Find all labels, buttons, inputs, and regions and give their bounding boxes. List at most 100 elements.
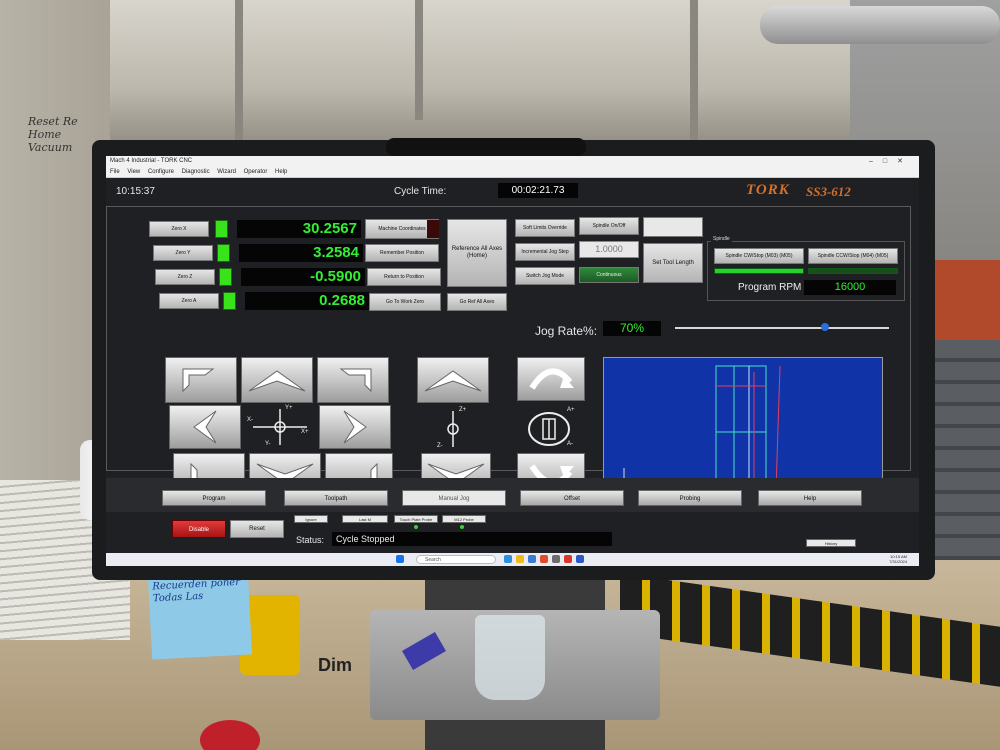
mach4-app: 10:15:37 Cycle Time: 00:02:21.73 TORK SS… <box>106 178 919 553</box>
arrow-up-left-icon <box>182 368 215 393</box>
axis-a-led <box>223 292 236 310</box>
tab-program[interactable]: Program <box>162 490 266 506</box>
reset-button[interactable]: Reset <box>230 520 284 538</box>
cycle-time-value: 00:02:21.73 <box>498 183 578 198</box>
ceiling <box>90 0 850 150</box>
history-button[interactable]: History <box>806 539 856 547</box>
m12-probe-led <box>460 525 464 529</box>
app-icon[interactable] <box>576 555 584 563</box>
jog-rate-slider[interactable] <box>675 327 889 329</box>
jog-a-plus-button[interactable] <box>517 357 585 401</box>
axis-y-led <box>217 244 230 262</box>
reference-all-axes-button[interactable]: Reference All Axes (Home) <box>447 219 507 287</box>
menu-bar: File View Configure Diagnostic Wizard Op… <box>106 168 919 178</box>
last-m-button[interactable]: Last M <box>342 515 388 523</box>
task-view-icon[interactable] <box>504 555 512 563</box>
spindle-onoff-button[interactable]: Spindle On/Off <box>579 217 639 235</box>
mach4-icon[interactable] <box>564 555 572 563</box>
tab-manual-jog[interactable]: Manual Jog <box>402 490 506 506</box>
menu-help[interactable]: Help <box>275 169 287 175</box>
file-explorer-icon[interactable] <box>516 555 524 563</box>
return-to-position-button[interactable]: Return to Position <box>367 268 441 286</box>
plastic-cup <box>475 615 545 700</box>
app-icon[interactable] <box>552 555 560 563</box>
zero-a-button[interactable]: Zero A <box>159 293 219 309</box>
zero-x-button[interactable]: Zero X <box>149 221 209 237</box>
dro-x: 30.2567 <box>237 220 361 238</box>
windows-start-icon[interactable] <box>396 555 404 563</box>
tab-offset[interactable]: Offset <box>520 490 624 506</box>
z-axis-diagram: Z+ Z- <box>437 407 477 451</box>
tab-probing[interactable]: Probing <box>638 490 742 506</box>
dro-a: 0.2688 <box>245 292 369 310</box>
window-controls[interactable]: –□✕ <box>869 157 913 165</box>
pipe <box>235 0 243 150</box>
dust-duct <box>760 6 1000 44</box>
jog-z-plus-button[interactable] <box>417 357 489 403</box>
set-tool-length-button[interactable]: Set Tool Length <box>643 243 703 283</box>
arrow-right-icon <box>343 410 367 444</box>
rotate-clockwise-icon <box>529 368 574 390</box>
chrome-icon[interactable] <box>540 555 548 563</box>
xy-crosshair-icon <box>253 409 307 445</box>
tab-help[interactable]: Help <box>758 490 862 506</box>
menu-configure[interactable]: Configure <box>148 169 174 175</box>
toolpath-viewer[interactable] <box>603 357 883 497</box>
go-to-work-zero-button[interactable]: Go To Work Zero <box>369 293 441 311</box>
jog-x-plus-button[interactable] <box>319 405 391 449</box>
spindle-group: Spindle Spindle CW/Stop (M03) (M05) Spin… <box>707 236 905 301</box>
arrow-left-icon <box>193 410 217 444</box>
menu-file[interactable]: File <box>110 169 120 175</box>
program-rpm-label: Program RPM <box>738 282 802 293</box>
m12-probe-button[interactable]: M12 Probe <box>442 515 486 523</box>
arrow-up-icon <box>424 370 482 392</box>
menu-wizard[interactable]: Wizard <box>217 169 236 175</box>
zero-z-button[interactable]: Zero Z <box>155 269 215 285</box>
spindle-cw-button[interactable]: Spindle CW/Stop (M03) (M05) <box>714 248 804 264</box>
zero-y-button[interactable]: Zero Y <box>153 245 213 261</box>
blank-button[interactable] <box>643 217 703 237</box>
desk-label: Dim <box>318 655 353 675</box>
edge-icon[interactable] <box>528 555 536 563</box>
go-ref-all-axes-button[interactable]: Go Ref All Axes <box>447 293 507 311</box>
jog-rate-slider-thumb[interactable] <box>820 323 829 331</box>
spindle-ccw-button[interactable]: Spindle CCW/Stop (M04) (M05) <box>808 248 898 264</box>
wall-handwritten-note: Reset Re Home Vacuum <box>28 115 78 154</box>
axis-label-y-plus: Y+ <box>285 405 293 411</box>
jog-xy-up-left-button[interactable] <box>165 357 237 403</box>
switch-jog-mode-button[interactable]: Switch Jog Mode <box>515 267 575 285</box>
tab-toolpath[interactable]: Toolpath <box>284 490 388 506</box>
cycle-time-label: Cycle Time: <box>394 186 447 197</box>
axis-label-z-minus: Z- <box>437 443 443 449</box>
soft-limits-override-button[interactable]: Soft Limits Override <box>515 219 575 237</box>
menu-view[interactable]: View <box>127 169 140 175</box>
axis-label-y-minus: Y- <box>265 441 271 447</box>
taskbar-search-input[interactable]: Search <box>416 555 496 564</box>
menu-diagnostic[interactable]: Diagnostic <box>182 169 210 175</box>
axis-label-z-plus: Z+ <box>459 407 467 413</box>
dro-z: -0.5900 <box>241 268 365 286</box>
disable-button[interactable]: Disable <box>172 520 226 538</box>
main-panel: Zero X 30.2567 Zero Y 3.2584 Zero Z -0.5… <box>106 206 911 497</box>
jog-xy-up-right-button[interactable] <box>317 357 389 403</box>
os-taskbar: Search 10:15 AM 7/31/2024 <box>106 553 919 566</box>
remember-position-button[interactable]: Remember Position <box>365 244 439 262</box>
taskbar-date: 7/31/2024 <box>889 559 907 564</box>
jog-step-value[interactable]: 1.0000 <box>579 241 639 258</box>
touch-plate-probe-button[interactable]: Touch Plate Probe <box>394 515 438 523</box>
dro-y: 3.2584 <box>239 244 363 262</box>
window-titlebar: Mach 4 Industrial - TORK CNC –□✕ <box>106 156 919 168</box>
machine-coords-indicator <box>427 220 439 238</box>
incremental-jog-button[interactable]: Incremental Jog Step <box>515 243 575 261</box>
axis-label-a-minus: A- <box>567 441 573 447</box>
axis-label-x-plus: X+ <box>301 429 309 435</box>
spindle-cw-indicator <box>714 268 804 274</box>
menu-operator[interactable]: Operator <box>244 169 268 175</box>
jog-y-plus-button[interactable] <box>241 357 313 403</box>
ignore-button[interactable]: Ignore <box>294 515 328 523</box>
jog-x-minus-button[interactable] <box>169 405 241 449</box>
sticky-note: Recuerden poner Todas Las <box>147 572 253 660</box>
axis-label-x-minus: X- <box>247 417 253 423</box>
jog-rate-label: Jog Rate%: <box>535 324 598 338</box>
continuous-jog-button[interactable]: Continuous <box>579 267 639 283</box>
